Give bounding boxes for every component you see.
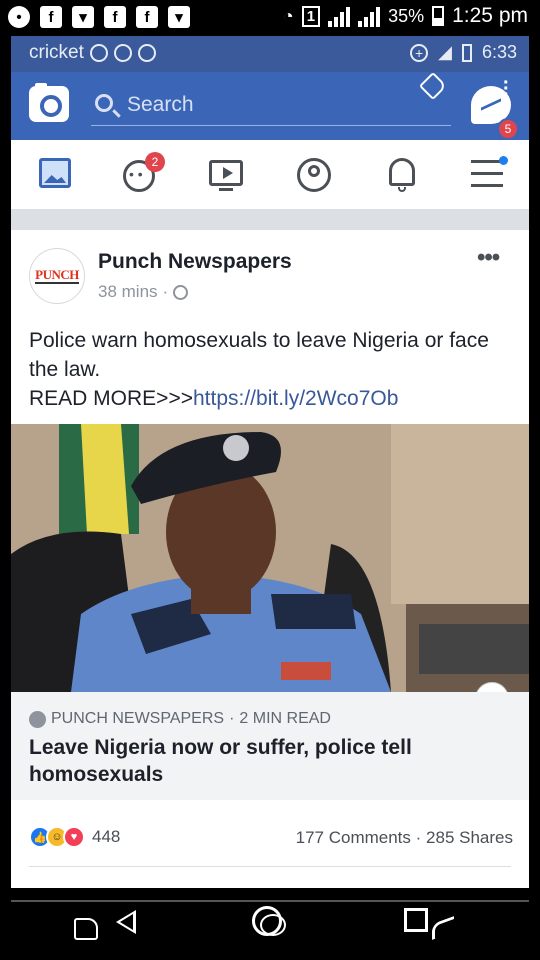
signal-icon-2: [358, 5, 381, 27]
meta-separator: ·: [162, 282, 169, 301]
punch-logo: PUNCH: [35, 267, 79, 284]
link-read-time: 2 MIN READ: [239, 710, 331, 727]
post-stats: 177 Comments · 285 Shares: [296, 828, 513, 848]
tab-profile[interactable]: [295, 154, 335, 194]
link-source: PUNCH NEWSPAPERS · 2 MIN READ: [29, 710, 331, 728]
carrier-name: cricket: [29, 42, 84, 63]
watch-icon: [209, 160, 243, 186]
camera-icon[interactable]: [29, 83, 69, 122]
clock: 1:25 pm: [452, 4, 528, 27]
bbm-icon: •: [8, 6, 30, 28]
news-feed-post: PUNCH Punch Newspapers 38 mins · ••• Pol…: [11, 230, 529, 888]
post-meta: 38 mins ·: [98, 282, 189, 302]
facebook-notification-icon: f: [40, 6, 62, 28]
reactions-summary[interactable]: 👍 ☺ ♥ 448: [29, 826, 120, 848]
facebook-notification-icon-3: f: [136, 6, 158, 28]
link-preview-card[interactable]: PUNCH NEWSPAPERS · 2 MIN READ Leave Nige…: [11, 692, 529, 800]
reactions-count: 448: [92, 827, 121, 846]
comment-icon[interactable]: [260, 914, 286, 936]
shares-count[interactable]: 285 Shares: [426, 828, 513, 847]
search-input[interactable]: [127, 90, 427, 120]
action-divider: [29, 866, 511, 867]
stats-separator: ·: [415, 828, 422, 847]
notification-icons: • f ▾ f f ▾: [8, 6, 190, 28]
post-link[interactable]: https://bit.ly/2Wco7Ob: [193, 387, 398, 410]
message-notification-icon-2: ▾: [168, 6, 190, 28]
source-icon: [29, 710, 46, 728]
like-icon[interactable]: [74, 918, 98, 940]
post-options-icon[interactable]: •••: [477, 244, 500, 272]
system-indicators: ◔ 1 35% 1:25 pm: [283, 4, 528, 28]
nav-tabbar: 2: [11, 140, 529, 210]
comments-count[interactable]: 177 Comments: [296, 828, 411, 847]
facebook-header: ··· 5: [11, 71, 529, 140]
read-more-prefix: READ MORE>>>: [29, 387, 193, 410]
post-text-line2: READ MORE>>>https://bit.ly/2Wco7Ob: [29, 384, 509, 413]
love-reaction-icon: ♥: [63, 826, 85, 848]
link-source-name: PUNCH NEWSPAPERS: [51, 710, 225, 727]
message-notification-icon: ▾: [72, 6, 94, 28]
inner-status-bar: cricket + ◢ 6:33: [11, 36, 529, 72]
facebook-notification-icon-2: f: [104, 6, 126, 28]
bell-icon: [389, 158, 415, 186]
inner-clock: 6:33: [481, 42, 517, 62]
share-icon[interactable]: [432, 915, 454, 941]
app-notification-icon: [137, 44, 156, 62]
battery-percent: 35%: [388, 5, 425, 26]
tab-notifications[interactable]: [383, 154, 423, 194]
feed-separator: [11, 210, 529, 230]
link-title: Leave Nigeria now or suffer, police tell…: [29, 736, 412, 786]
post-photo[interactable]: [11, 424, 529, 692]
post-body: Police warn homosexuals to leave Nigeria…: [29, 326, 509, 413]
menu-notification-dot: [499, 156, 508, 165]
messenger-badge: 5: [497, 118, 519, 140]
link-source-separator: ·: [229, 710, 235, 727]
sim-icon: 1: [301, 5, 321, 27]
tab-watch[interactable]: [207, 154, 247, 194]
signal-icon: ◢: [438, 42, 452, 62]
police-officer-photo: [11, 424, 529, 692]
post-author[interactable]: Punch Newspapers: [98, 250, 292, 274]
system-navigation-bar: [0, 888, 540, 960]
wifi-icon: ◔: [282, 5, 294, 26]
recents-icon[interactable]: [404, 908, 428, 932]
tab-news-feed[interactable]: [37, 154, 77, 194]
news-feed-icon: [39, 158, 71, 188]
post-text-line1: Police warn homosexuals to leave Nigeria…: [29, 329, 489, 381]
outer-status-bar: • f ▾ f f ▾ ◔ 1 35% 1:25 pm: [0, 0, 540, 36]
avatar[interactable]: PUNCH: [29, 248, 85, 304]
tab-menu[interactable]: [469, 154, 509, 194]
back-icon[interactable]: [116, 910, 136, 934]
battery-icon: [432, 6, 445, 26]
bbm-icon: [113, 44, 132, 62]
signal-icon: [328, 5, 351, 27]
nav-divider: [11, 900, 529, 902]
search-bar[interactable]: ···: [91, 71, 510, 126]
globe-icon: [173, 284, 189, 300]
battery-icon: [461, 43, 472, 62]
facebook-app-screenshot: cricket + ◢ 6:33 ··· 5 2: [11, 36, 529, 888]
groups-badge: 2: [145, 152, 165, 172]
whatsapp-icon: [89, 44, 108, 62]
post-time[interactable]: 38 mins: [98, 282, 158, 302]
data-saver-icon: +: [410, 43, 429, 62]
search-icon: [95, 94, 113, 112]
